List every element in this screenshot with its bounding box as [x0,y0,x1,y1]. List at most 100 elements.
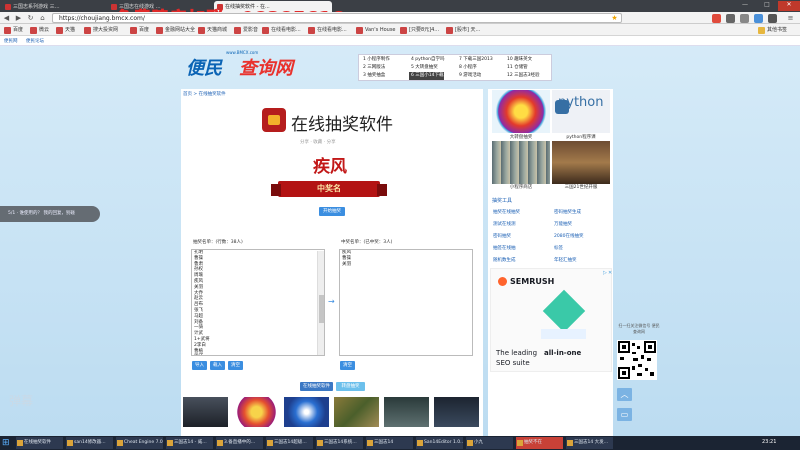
clear-participants-button[interactable]: 清空 [228,361,243,370]
participants-scrollbar[interactable] [317,251,324,355]
site-home-link[interactable]: 便民网 [4,38,18,44]
wheel-promo-image[interactable] [492,90,550,133]
tool-link[interactable]: 年轻汇抽奖 [554,257,577,263]
home-icon[interactable]: ⌂ [38,14,47,23]
bookmark-item[interactable]: 爱影音 [234,26,258,35]
warrior-promo-image[interactable] [552,141,610,184]
wheel-thumbnail[interactable] [234,397,279,427]
bookmark-item[interactable]: 天猫 [56,26,75,35]
winners-textarea[interactable]: 疾风 曹操 关羽 [339,249,473,356]
taskbar-item[interactable]: 三国志14 - 威… [166,437,213,449]
store-promo-image[interactable] [492,141,550,184]
forward-icon[interactable]: ▶ [14,14,23,23]
clear-winners-button[interactable]: 清空 [340,361,355,370]
tool-link[interactable]: 2080在线抽奖 [554,233,583,239]
participants-textarea[interactable]: 孔明曹操鲁肃孙权周瑜疾风关羽大乔赵云吕布张飞马超刘备一骑计武1+武将2李白曹植张… [191,249,325,356]
hot-link[interactable]: 9 游戏活动 [457,72,481,80]
hot-link-highlighted[interactable]: 6 三国小14下载 [409,72,444,80]
promo-caption[interactable]: 小程序商店 [492,184,550,190]
minimize-button[interactable]: — [734,1,756,11]
taskbar-item[interactable]: san14修改器… [66,437,113,449]
scroll-thumb[interactable] [319,295,324,323]
load-button[interactable]: 载入 [210,361,225,370]
chat-button[interactable]: ▭ [617,408,632,421]
promo-caption[interactable]: 三国21世纪开服 [552,184,610,190]
hot-link[interactable]: 5 大转盘抽奖 [409,64,438,72]
dark-thumbnail[interactable] [384,397,429,427]
close-window-button[interactable]: ✕ [778,1,800,11]
tool-link[interactable]: 随机数生成 [493,257,516,263]
taskbar-item[interactable]: Cheat Engine 7.0 [116,437,163,449]
menu-icon[interactable]: ≡ [786,14,795,23]
python-promo-image[interactable]: python [552,90,610,133]
bookmark-item[interactable]: 在线看电影... [262,26,301,35]
start-icon[interactable]: ⊞ [2,437,12,449]
bookmark-item[interactable]: 微云 [30,26,49,35]
site-forum-link[interactable]: 便民论坛 [26,38,44,44]
taskbar-item[interactable]: 三国志14超级… [266,437,313,449]
taskbar-item[interactable]: 三国志14 大发… [566,437,613,449]
taskbar-item[interactable]: 小九 [466,437,513,449]
taskbar-item[interactable]: 三国志14 [366,437,413,449]
url-input[interactable]: https://choujiang.bmcx.com/ [52,13,622,23]
server-thumbnail[interactable] [183,397,228,427]
bookmark-item[interactable]: 搜大投资网 [84,26,118,35]
back-icon[interactable]: ◀ [2,14,11,23]
hot-link[interactable]: 8 小程序 [457,64,477,72]
server2-thumbnail[interactable] [434,397,479,427]
site-logo[interactable]: www.BMCX.com 便民 查询网 [186,50,311,82]
extension-icon[interactable] [754,14,763,23]
semrush-ad[interactable]: ▷ ✕ SEMRUSH The leading all-in-one SEO s… [490,268,612,372]
bookmark-item[interactable]: [股市] 天... [446,26,480,35]
tool-link[interactable]: 万能抽奖 [554,221,572,227]
taskbar-item[interactable]: 在线抽奖软件 [16,437,63,449]
hot-link[interactable]: 1 小程序制作 [361,56,390,64]
windows-thumbnail[interactable] [284,397,329,427]
bookmark-item[interactable]: 天猫商城 [198,26,227,35]
tool-link[interactable]: 密码抽奖 [493,233,511,239]
extension-icon[interactable] [768,14,777,23]
back-to-top-button[interactable]: ︿ [617,388,632,401]
maximize-button[interactable]: □ [756,1,778,11]
tool-link[interactable]: 密码抽奖生成 [554,209,581,215]
bookmark-item[interactable]: Van's House [356,26,396,35]
bookmark-item[interactable]: 在线看电影... [308,26,347,35]
promo-caption[interactable]: 大转盘抽奖 [492,134,550,140]
bookmark-item[interactable]: [只要8元]4... [400,26,439,35]
promo-caption[interactable]: python程序课 [552,134,610,140]
hot-link[interactable]: 3 抽奖抽盒 [361,72,385,80]
taskbar-item[interactable]: San14Editor 1.0… [416,437,463,449]
hot-link[interactable]: 10 趣味英文 [505,56,532,64]
ad-close-icon[interactable]: ✕ [608,270,612,276]
tool-link[interactable]: 标签 [554,245,563,251]
bookmark-item[interactable]: 百度 [130,26,149,35]
hot-link[interactable]: 12 三国志3经验 [505,72,540,80]
bookmark-item[interactable]: 百度 [4,26,23,35]
start-draw-button[interactable]: 开始抽奖 [319,207,345,216]
taskbar-item[interactable]: 抽奖不在 [516,437,563,449]
extension-icon[interactable] [740,14,749,23]
tool-link[interactable]: 测试在线测 [493,221,516,227]
extension-icon[interactable] [726,14,735,23]
import-button[interactable]: 导入 [192,361,207,370]
hot-link[interactable]: 4 python自学吗 [409,56,445,64]
hot-link[interactable]: 2 三网版法 [361,64,385,72]
wheel-lottery-button[interactable]: 转盘抽奖 [336,382,365,391]
hot-link[interactable]: 11 仓储管 [505,64,528,72]
breadcrumb[interactable]: 首页 > 在线抽奖软件 [183,91,226,97]
extension-icon[interactable] [712,14,721,23]
star-icon[interactable]: ★ [610,14,619,23]
share-links[interactable]: 分享 · 收藏 · 分享 [300,139,336,145]
lottery-software-button[interactable]: 在线抽奖软件 [300,382,333,391]
taskbar-item[interactable]: 3.备直播中的… [216,437,263,449]
taskbar-item[interactable]: 三国志14系统… [316,437,363,449]
bookmark-item[interactable]: 金融网站大全 [156,26,195,35]
reload-icon[interactable]: ↻ [26,14,35,23]
other-bookmarks[interactable]: 其他书签 [758,26,787,35]
ad-info-icon[interactable]: ▷ [603,270,607,276]
game-thumbnail[interactable] [334,397,379,427]
tool-link[interactable]: 抽签在线抽 [493,245,516,251]
browser-tab[interactable]: 三国志系列游戏 三… [2,1,106,12]
tool-link[interactable]: 抽奖在线抽奖 [493,209,520,215]
hot-link[interactable]: 7 下载三国2013 [457,56,493,64]
